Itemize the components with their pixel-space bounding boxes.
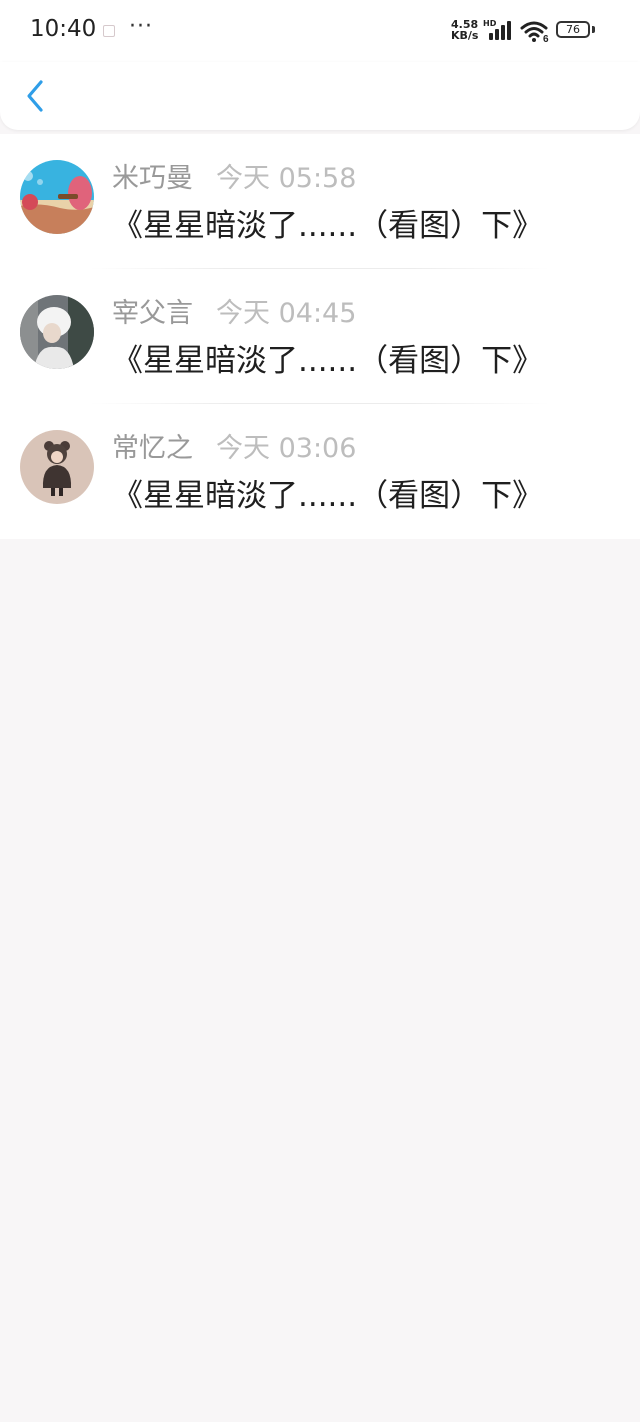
avatar[interactable] bbox=[20, 430, 94, 504]
avatar[interactable] bbox=[20, 160, 94, 234]
network-speed: 4.58 KB/s bbox=[451, 19, 478, 41]
battery-tip bbox=[592, 26, 595, 33]
battery-level: 76 bbox=[566, 23, 580, 36]
comment-text[interactable]: 《星星暗淡了......（看图）下》 bbox=[112, 200, 543, 245]
commenter-name: 常忆之 bbox=[112, 433, 193, 464]
more-notifications-icon: ··· bbox=[129, 14, 153, 39]
commenter-name: 宰父言 bbox=[112, 298, 193, 329]
battery-icon: 76 bbox=[556, 21, 590, 38]
list-item[interactable]: 米巧曼 今天 05:58 《星星暗淡了......（看图）下》 bbox=[0, 134, 640, 269]
comment-time: 今天 05:58 bbox=[216, 163, 357, 194]
wifi-badge: 6 bbox=[543, 34, 549, 43]
network-speed-unit: KB/s bbox=[451, 29, 479, 42]
avatar[interactable] bbox=[20, 295, 94, 369]
comment-time: 今天 04:45 bbox=[216, 298, 357, 329]
status-time: 10:40 bbox=[30, 16, 97, 42]
top-bar bbox=[0, 62, 640, 130]
comment-text[interactable]: 《星星暗淡了......（看图）下》 bbox=[112, 335, 543, 380]
chevron-left-icon bbox=[27, 80, 43, 112]
comment-text[interactable]: 《星星暗淡了......（看图）下》 bbox=[112, 470, 543, 515]
list-item[interactable]: 宰父言 今天 04:45 《星星暗淡了......（看图）下》 bbox=[0, 269, 640, 404]
notification-icon bbox=[103, 25, 115, 37]
back-button[interactable] bbox=[18, 74, 52, 118]
list-item[interactable]: 常忆之 今天 03:06 《星星暗淡了......（看图）下》 bbox=[0, 404, 640, 539]
commenter-name: 米巧曼 bbox=[112, 163, 193, 194]
comment-time: 今天 03:06 bbox=[216, 433, 357, 464]
comment-list: 米巧曼 今天 05:58 《星星暗淡了......（看图）下》 宰父言 今天 0… bbox=[0, 134, 640, 539]
signal-icon bbox=[489, 21, 511, 40]
wifi-icon: 6 bbox=[520, 21, 549, 43]
status-bar: 10:40 ··· 4.58 KB/s HD 6 76 bbox=[0, 0, 640, 62]
